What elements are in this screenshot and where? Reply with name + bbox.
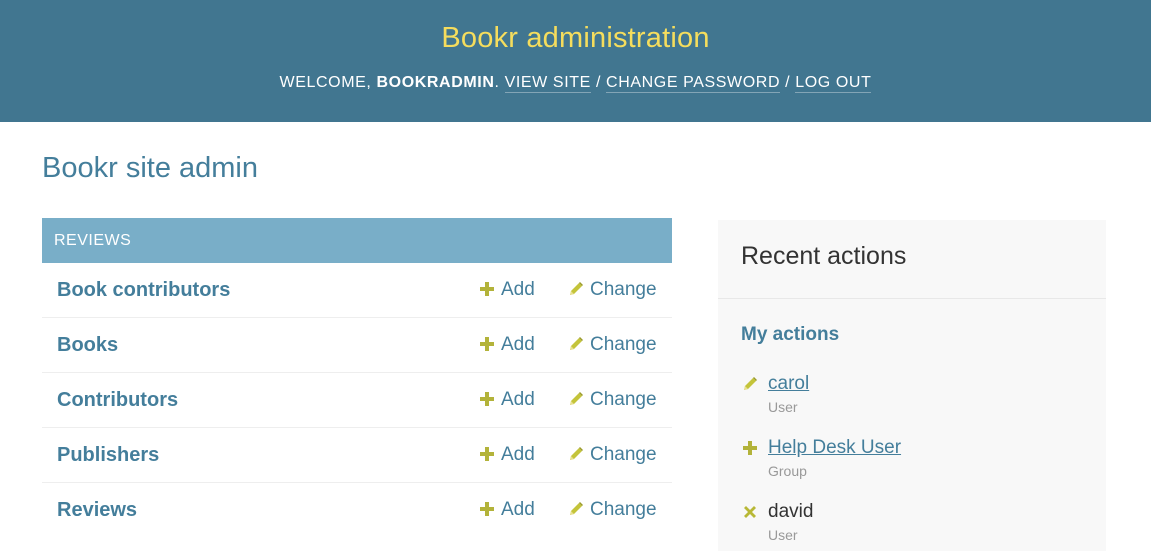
add-label: Add	[501, 389, 535, 410]
change-label: Change	[590, 444, 657, 465]
action-object-deleted: david	[768, 501, 814, 522]
pencil-icon	[570, 282, 583, 295]
model-name-link[interactable]: Publishers	[57, 444, 159, 467]
action-object-link[interactable]: carol	[768, 373, 809, 395]
add-link[interactable]: Add	[478, 444, 535, 466]
separator: /	[595, 74, 601, 91]
model-name-link[interactable]: Book contributors	[57, 279, 230, 302]
add-link[interactable]: Add	[478, 279, 535, 301]
divider	[718, 298, 1106, 299]
change-password-link[interactable]: Change password	[606, 74, 781, 93]
model-name-link[interactable]: Books	[57, 334, 118, 357]
header: Bookr administration Welcome, bookradmin…	[0, 0, 1151, 122]
app-caption[interactable]: Reviews	[42, 218, 672, 263]
recent-actions-title: Recent actions	[741, 242, 907, 270]
plus-icon	[743, 441, 757, 455]
user-tools: Welcome, bookradmin. View site / Change …	[279, 74, 872, 93]
view-site-link[interactable]: View site	[504, 74, 591, 93]
pencil-icon	[744, 377, 757, 390]
model-name-link[interactable]: Reviews	[57, 499, 137, 522]
recent-actions-panel: Recent actions My actions carol User Hel…	[718, 220, 1106, 551]
model-name-link[interactable]: Contributors	[57, 389, 178, 412]
add-link[interactable]: Add	[478, 389, 535, 411]
pencil-icon	[570, 337, 583, 350]
action-object-link[interactable]: Help Desk User	[768, 437, 901, 459]
site-name[interactable]: Bookr administration	[0, 22, 1151, 55]
change-link[interactable]: Change	[567, 389, 657, 411]
plus-icon	[480, 337, 494, 351]
plus-icon	[480, 447, 494, 461]
app-module-reviews: Reviews Book contributors Add Change Boo…	[42, 218, 672, 538]
pencil-icon	[570, 502, 583, 515]
add-label: Add	[501, 444, 535, 465]
my-actions-title: My actions	[741, 324, 840, 345]
separator: /	[785, 74, 791, 91]
change-link[interactable]: Change	[567, 444, 657, 466]
model-row: Books Add Change	[42, 318, 672, 373]
page-title: Bookr site admin	[42, 152, 258, 184]
plus-icon	[480, 392, 494, 406]
welcome-text: Welcome,	[279, 74, 372, 91]
action-content-type: Group	[768, 463, 807, 479]
add-link[interactable]: Add	[478, 334, 535, 356]
pencil-icon	[570, 392, 583, 405]
add-label: Add	[501, 279, 535, 300]
model-row: Reviews Add Change	[42, 483, 672, 538]
action-content-type: User	[768, 399, 798, 415]
change-label: Change	[590, 279, 657, 300]
add-label: Add	[501, 499, 535, 520]
change-label: Change	[590, 499, 657, 520]
model-row: Publishers Add Change	[42, 428, 672, 483]
change-link[interactable]: Change	[567, 334, 657, 356]
model-row: Book contributors Add Change	[42, 263, 672, 318]
username: bookradmin	[376, 74, 495, 91]
add-link[interactable]: Add	[478, 499, 535, 521]
x-icon	[744, 506, 756, 518]
action-content-type: User	[768, 527, 798, 543]
add-label: Add	[501, 334, 535, 355]
pencil-icon	[570, 447, 583, 460]
plus-icon	[480, 282, 494, 296]
model-row: Contributors Add Change	[42, 373, 672, 428]
change-link[interactable]: Change	[567, 499, 657, 521]
change-link[interactable]: Change	[567, 279, 657, 301]
plus-icon	[480, 502, 494, 516]
change-label: Change	[590, 389, 657, 410]
change-label: Change	[590, 334, 657, 355]
log-out-link[interactable]: Log out	[795, 74, 872, 93]
